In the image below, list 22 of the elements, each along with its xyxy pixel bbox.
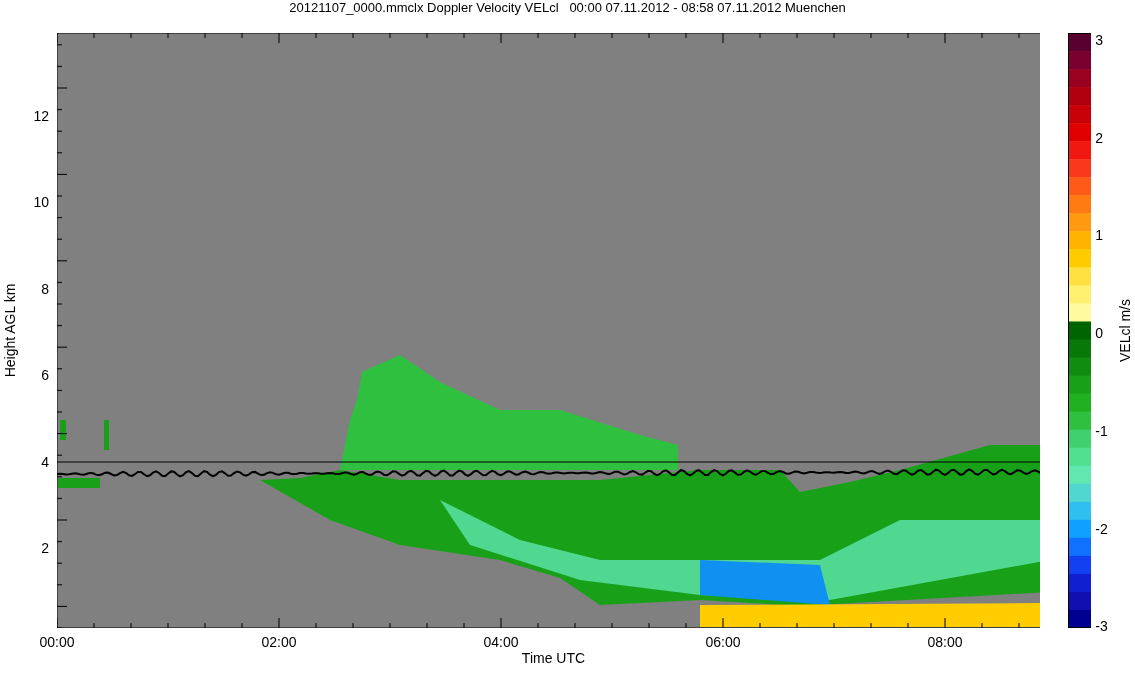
- y-tick-label: 6: [41, 367, 49, 384]
- colorbar-tick-label: -3: [1095, 618, 1108, 635]
- x-axis-label: Time UTC: [521, 650, 586, 666]
- y-tick-label: 8: [41, 280, 49, 297]
- x-tick-label: 02:00: [261, 634, 297, 650]
- x-tick-label: 00:00: [39, 634, 75, 650]
- colorbar-tick-label: -2: [1095, 520, 1108, 537]
- y-tick-label: 2: [41, 540, 49, 556]
- colorbar-tick-label: 2: [1095, 129, 1104, 146]
- chart-title: 20121107_0000.mmclx Doppler Velocity VELcl 00:00 07.11.2012 - 08:58 07.11.2012 Muenchen: [289, 0, 846, 16]
- x-tick-label: 06:00: [705, 634, 741, 650]
- y-axis-label: Height AGL km: [1, 283, 20, 378]
- colorbar-tick-label: 0: [1095, 325, 1104, 342]
- y-tick-label: 4: [41, 453, 49, 470]
- y-tick-label: 10: [33, 194, 49, 211]
- y-tick-label: 12: [33, 108, 49, 124]
- colorbar-tick-label: -1: [1095, 422, 1108, 439]
- x-tick-label: 04:00: [483, 634, 519, 650]
- colorbar-tick-label: 3: [1095, 32, 1104, 48]
- colorbar-label: VELcl m/s: [1115, 299, 1134, 362]
- x-tick-label: 08:00: [927, 634, 963, 650]
- colorbar-tick-label: 1: [1095, 227, 1104, 244]
